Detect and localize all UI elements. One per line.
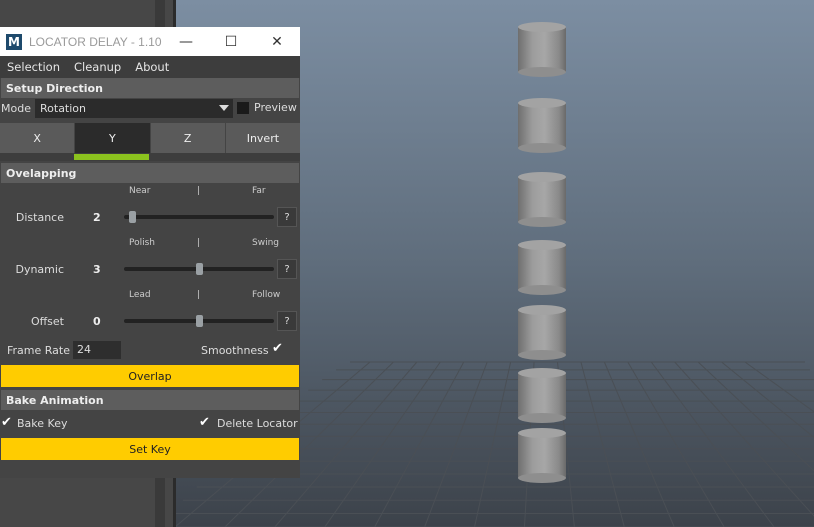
slider-value: 2 <box>93 211 101 224</box>
help-button[interactable]: ? <box>277 259 297 279</box>
menu-about[interactable]: About <box>135 60 169 74</box>
delete-locator-label: Delete Locator <box>217 417 298 430</box>
preview-label: Preview <box>254 101 297 114</box>
window-title: LOCATOR DELAY - 1.10 <box>29 34 162 49</box>
menu-selection[interactable]: Selection <box>7 60 60 74</box>
slider-value: 0 <box>93 315 101 328</box>
slider-handle[interactable] <box>196 315 203 327</box>
title-bar[interactable]: M LOCATOR DELAY - 1.10 — ☐ ✕ <box>0 27 300 56</box>
axis-y-button[interactable]: Y <box>75 123 150 153</box>
minimize-icon[interactable]: — <box>163 27 209 56</box>
maya-logo-icon: M <box>6 33 22 50</box>
bake-key-checkbox[interactable]: ✔ <box>1 415 12 430</box>
axis-indicator-track <box>0 153 300 161</box>
dropdown-arrow-icon <box>219 105 229 111</box>
preview-checkbox[interactable] <box>237 102 249 114</box>
slider-right-tick: Swing <box>252 238 279 248</box>
menu-bar: Selection Cleanup About <box>0 56 300 78</box>
mode-row: Mode Rotation Preview <box>0 98 300 119</box>
frame-rate-input[interactable]: 24 <box>73 341 121 359</box>
slider-left-tick: Near <box>129 186 151 196</box>
mode-label: Mode <box>1 102 31 115</box>
locator-delay-window: M LOCATOR DELAY - 1.10 — ☐ ✕ Selection C… <box>0 27 300 478</box>
overlapping-header[interactable]: Ovelapping <box>1 163 299 183</box>
slider-handle[interactable] <box>196 263 203 275</box>
axis-buttons: X Y Z Invert <box>0 123 300 153</box>
axis-x-button[interactable]: X <box>0 123 75 153</box>
close-icon[interactable]: ✕ <box>254 27 300 56</box>
maximize-icon[interactable]: ☐ <box>208 27 254 56</box>
slider-mid-tick: | <box>197 238 201 248</box>
help-button[interactable]: ? <box>277 311 297 331</box>
slider-label: Offset <box>30 315 64 328</box>
mode-dropdown[interactable]: Rotation <box>35 99 233 118</box>
bake-options-row: ✔ Bake Key ✔ Delete Locator <box>0 410 300 438</box>
slider-right-tick: Follow <box>252 290 281 300</box>
mode-value: Rotation <box>40 102 87 115</box>
menu-cleanup[interactable]: Cleanup <box>74 60 121 74</box>
set-key-button[interactable]: Set Key <box>1 438 299 460</box>
axis-z-button[interactable]: Z <box>150 123 225 153</box>
bake-key-label: Bake Key <box>17 417 68 430</box>
slider-left-tick: Polish <box>129 238 156 248</box>
overlap-button[interactable]: Overlap <box>1 365 299 387</box>
slider-group: Near | Far Distance 2? Polish | Swing Dynamic 3? L… <box>0 183 300 339</box>
slider-left-tick: Lead <box>129 290 151 300</box>
bake-animation-header[interactable]: Bake Animation <box>1 390 299 410</box>
slider-track[interactable] <box>124 215 274 219</box>
slider-value: 3 <box>93 263 101 276</box>
setup-direction-header[interactable]: Setup Direction <box>1 78 299 98</box>
slider-mid-tick: | <box>197 186 201 196</box>
frame-rate-label: Frame Rate <box>7 344 70 357</box>
help-button[interactable]: ? <box>277 207 297 227</box>
slider-label: Dynamic <box>15 263 64 276</box>
smoothness-label: Smoothness <box>201 344 269 357</box>
invert-button[interactable]: Invert <box>225 123 300 153</box>
slider-mid-tick: | <box>197 290 201 300</box>
slider-label: Distance <box>15 211 64 224</box>
delete-locator-checkbox[interactable]: ✔ <box>199 415 210 430</box>
active-axis-indicator <box>74 154 149 160</box>
slider-dynamic: Polish | Swing Dynamic 3? <box>0 235 300 287</box>
frame-rate-row: Frame Rate 24 Smoothness ✔ <box>0 339 300 365</box>
slider-offset: Lead | Follow Offset 0? <box>0 287 300 339</box>
smoothness-checkbox[interactable]: ✔ <box>272 341 283 356</box>
slider-handle[interactable] <box>128 211 136 223</box>
slider-distance: Near | Far Distance 2? <box>0 183 300 235</box>
slider-right-tick: Far <box>252 186 266 196</box>
